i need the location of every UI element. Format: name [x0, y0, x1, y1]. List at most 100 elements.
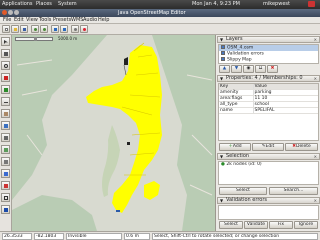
- edit-tag-button[interactable]: ✎Edit: [252, 143, 284, 151]
- validation-header[interactable]: ▼ Validation errors ✕: [217, 197, 320, 204]
- layer-visibility-checkbox[interactable]: [221, 51, 225, 55]
- layer-item[interactable]: Slippy Map: [219, 57, 318, 63]
- toggle-tool-button[interactable]: [1, 121, 10, 130]
- layer-down-button[interactable]: ▼: [231, 65, 242, 73]
- window-title-bar: Java OpenStreetMap Editor: [0, 9, 320, 17]
- add-tag-button[interactable]: ＋Add: [219, 143, 251, 151]
- map-view[interactable]: 5000.0 m: [12, 35, 215, 231]
- maximize-window-icon[interactable]: [14, 10, 19, 15]
- longitude-field: -82.1803: [34, 233, 64, 240]
- undo-icon: [34, 28, 37, 31]
- building-tool-button[interactable]: [1, 109, 10, 118]
- menu-help[interactable]: Help: [98, 17, 109, 24]
- list-item[interactable]: ● 2k nodes (id: 0): [219, 162, 318, 168]
- fix-button[interactable]: Fix: [269, 221, 293, 229]
- check-tool-button[interactable]: [1, 205, 10, 214]
- new-button[interactable]: [2, 25, 10, 33]
- close-icon[interactable]: ✕: [314, 76, 317, 81]
- zoom-slider-thumb[interactable]: [34, 37, 37, 41]
- upload-button[interactable]: [60, 25, 68, 33]
- search-button[interactable]: Search...: [269, 187, 318, 195]
- username[interactable]: mikepwest: [263, 1, 290, 8]
- power-icon[interactable]: [308, 1, 315, 7]
- menu-wms[interactable]: WMS: [71, 17, 83, 24]
- delete-icon: ✖: [270, 66, 275, 71]
- layers-list: OSM_4.osm Validation errors Slippy Map: [218, 44, 319, 64]
- collapse-icon[interactable]: ▼: [220, 154, 223, 159]
- validation-select-button[interactable]: Select: [219, 221, 243, 229]
- selection-header[interactable]: ▼ Selection ✕: [217, 153, 320, 160]
- places-menu[interactable]: Places: [36, 1, 52, 8]
- select-button[interactable]: Select: [219, 187, 267, 195]
- help-button[interactable]: [80, 25, 88, 33]
- selection-list: ● 2k nodes (id: 0): [218, 161, 319, 185]
- ignore-button[interactable]: Ignore: [294, 221, 318, 229]
- validation-select-label: Select: [224, 222, 238, 227]
- open-button[interactable]: [11, 25, 19, 33]
- add-tool-button[interactable]: [1, 85, 10, 94]
- validate-button[interactable]: Validate: [244, 221, 268, 229]
- undo-button[interactable]: [31, 25, 39, 33]
- draw-icon: [4, 184, 8, 188]
- redo-button[interactable]: [40, 25, 48, 33]
- menu-view[interactable]: View: [26, 17, 38, 24]
- extrude-tool-button[interactable]: [1, 133, 10, 142]
- layer-up-button[interactable]: ▲: [219, 65, 230, 73]
- menu-file[interactable]: File: [3, 17, 11, 24]
- delete-tool-button[interactable]: [1, 73, 10, 82]
- layer-delete-button[interactable]: ✖: [267, 65, 278, 73]
- menu-presets[interactable]: Presets: [53, 17, 71, 24]
- layer-name: OSM_4.osm: [227, 45, 254, 51]
- layers-tool-button[interactable]: [1, 145, 10, 154]
- line-tool-button[interactable]: [1, 97, 10, 106]
- zoom-slider[interactable]: [15, 37, 53, 41]
- collapse-icon[interactable]: ▼: [220, 37, 223, 42]
- applications-menu[interactable]: Applications: [2, 1, 33, 8]
- toggle-icon: [4, 124, 8, 128]
- lasso-tool-button[interactable]: [1, 193, 10, 202]
- status-bar: 26.3533 -82.1803 Invisible 0.6 m Select,…: [0, 231, 320, 240]
- close-icon[interactable]: ✕: [314, 37, 317, 42]
- map-marker-south[interactable]: [116, 210, 120, 212]
- collapse-icon[interactable]: ▼: [220, 198, 223, 203]
- layer-visibility-checkbox[interactable]: [221, 45, 225, 49]
- properties-title: Properties: 4 / Memberships: 0: [226, 75, 303, 81]
- layers-header[interactable]: ▼ Layers ✕: [217, 36, 320, 43]
- check-icon: [4, 208, 8, 212]
- close-icon[interactable]: ✕: [314, 154, 317, 159]
- validate-icon: [4, 172, 8, 176]
- help-icon: [83, 28, 86, 31]
- new-icon: [5, 28, 8, 31]
- properties-header[interactable]: ▼ Properties: 4 / Memberships: 0 ✕: [217, 75, 320, 82]
- minimize-window-icon[interactable]: [8, 10, 13, 15]
- node-marker[interactable]: [127, 142, 130, 145]
- menu-tools[interactable]: Tools: [39, 17, 51, 24]
- draw-tool-button[interactable]: [1, 181, 10, 190]
- select-tool-button[interactable]: [1, 37, 10, 46]
- validate-tool-button[interactable]: [1, 169, 10, 178]
- move-tool-button[interactable]: [1, 49, 10, 58]
- layer-show-button[interactable]: ◉: [243, 65, 254, 73]
- zoom-tool-button[interactable]: [1, 61, 10, 70]
- close-icon[interactable]: ✕: [314, 198, 317, 203]
- lasso-icon: [4, 196, 8, 200]
- parallel-tool-button[interactable]: [1, 157, 10, 166]
- layers-title: Layers: [226, 36, 243, 42]
- upload-icon: [63, 28, 66, 31]
- menu-audio[interactable]: Audio: [83, 17, 97, 24]
- menu-edit[interactable]: Edit: [14, 17, 24, 24]
- validate-label: Validate: [246, 222, 266, 227]
- save-button[interactable]: [20, 25, 28, 33]
- table-row[interactable]: name SPELIFAL: [219, 107, 318, 114]
- layer-visibility-checkbox[interactable]: [221, 57, 225, 61]
- clock[interactable]: Mon Jan 4, 9:23 PM: [192, 1, 240, 8]
- system-menu[interactable]: System: [58, 1, 77, 8]
- download-button[interactable]: [51, 25, 59, 33]
- delete-tag-button[interactable]: ✖Delete: [285, 143, 318, 151]
- merge-icon: ⇊: [258, 66, 263, 71]
- close-window-icon[interactable]: [2, 10, 7, 15]
- preferences-button[interactable]: [71, 25, 79, 33]
- collapse-icon[interactable]: ▼: [220, 76, 223, 81]
- layer-merge-button[interactable]: ⇊: [255, 65, 266, 73]
- validation-list: [218, 205, 319, 220]
